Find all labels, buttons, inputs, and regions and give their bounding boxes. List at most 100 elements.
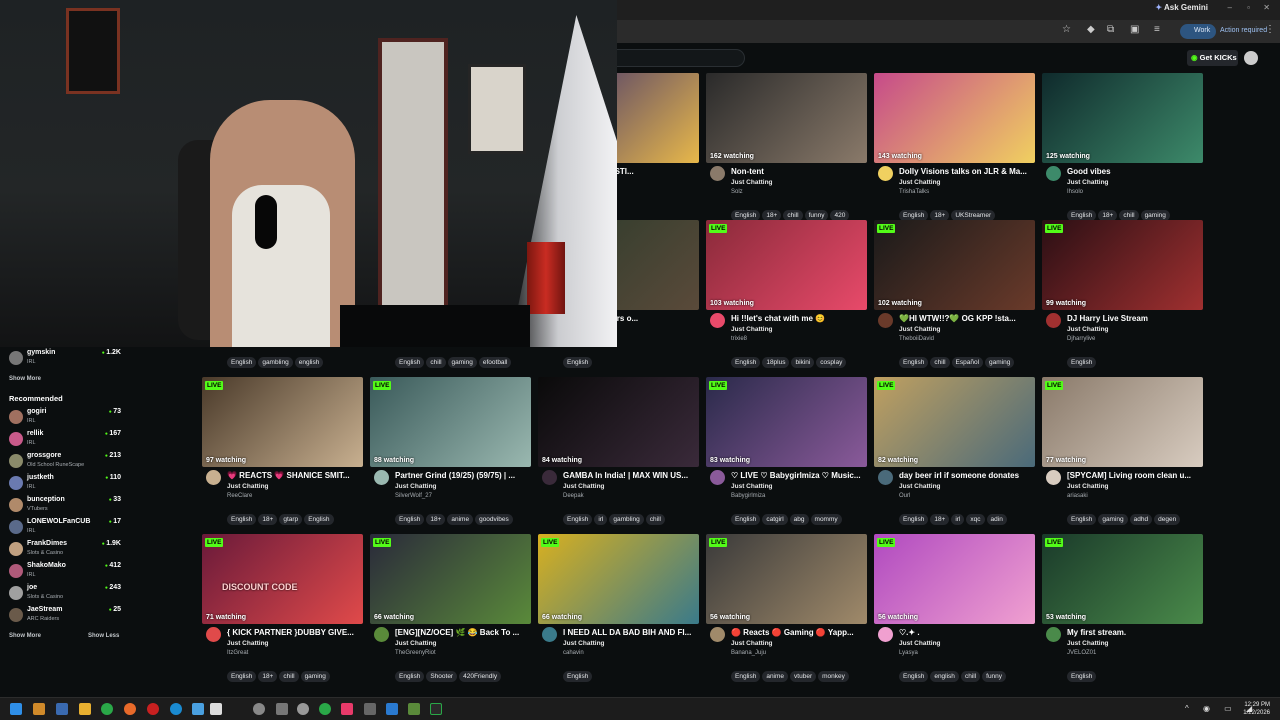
stream-category[interactable]: Just Chatting — [731, 326, 773, 333]
sidebar-item-jaestream[interactable]: JaeStream ARC Raiders 25 — [9, 606, 121, 628]
stream-category[interactable]: Just Chatting — [899, 179, 941, 186]
avatar[interactable] — [1046, 166, 1061, 181]
start-icon[interactable] — [10, 703, 22, 715]
stream-category[interactable]: Just Chatting — [899, 640, 941, 647]
stream-card[interactable]: LIVE 88 watching Partner Grind (19/25) (59… — [370, 377, 531, 527]
streamer-name[interactable]: JVELOZ01 — [1067, 650, 1096, 656]
tag-pill[interactable]: 420Friendly — [459, 671, 502, 682]
streamer-name[interactable]: ReeClare — [227, 493, 252, 499]
avatar[interactable] — [878, 166, 893, 181]
stream-thumbnail[interactable]: LIVE 56 watching — [706, 534, 867, 624]
stream-card[interactable]: LIVE 53 watching My first stream. Just Chat… — [1042, 534, 1203, 684]
stream-card[interactable]: LIVE 97 watching 💗 REACTS 💗 SHANICE SMIT..… — [202, 377, 363, 527]
terminal-icon[interactable] — [430, 703, 442, 715]
tag-pill[interactable]: mommy — [810, 514, 842, 525]
tag-pill[interactable]: irl — [951, 514, 965, 525]
stream-thumbnail[interactable]: LIVE DISCOUNT CODE 71 watching — [202, 534, 363, 624]
app-icon[interactable] — [192, 703, 204, 715]
tag-pill[interactable]: gaming — [985, 357, 1015, 368]
get-kicks-button[interactable]: ◉ Get KICKs — [1187, 50, 1238, 66]
stream-thumbnail[interactable]: 143 watching — [874, 73, 1035, 163]
stream-category[interactable]: Just Chatting — [563, 640, 605, 647]
stream-card[interactable]: LIVE 56 watching 🔴 Reacts 🔴 Gaming 🔴 Yapp.… — [706, 534, 867, 684]
tag-pill[interactable]: English — [227, 671, 257, 682]
avatar[interactable] — [710, 627, 725, 642]
stream-category[interactable]: Just Chatting — [731, 179, 773, 186]
chrome-icon[interactable] — [319, 703, 331, 715]
streamer-name[interactable]: trixie8 — [731, 336, 747, 342]
tag-pill[interactable]: English — [731, 357, 761, 368]
stream-card[interactable]: LIVE 56 watching ♡.✦ . Just Chatting Lyasya E… — [874, 534, 1035, 684]
tag-pill[interactable]: chill — [960, 671, 981, 682]
app-icon[interactable] — [297, 703, 309, 715]
tag-pill[interactable]: chill — [930, 357, 950, 368]
tag-pill[interactable]: gaming — [447, 357, 477, 368]
sidebar-item-frankdimes[interactable]: FrankDimes Slots & Casino 1.9K — [9, 540, 121, 562]
tag-pill[interactable]: English — [227, 357, 257, 368]
tag-pill[interactable]: 18+ — [258, 671, 278, 682]
show-more-button[interactable]: Show More — [9, 633, 41, 639]
stream-card[interactable]: 84 watching GAMBA In India! | MAX WIN US.… — [538, 377, 699, 527]
app-icon[interactable] — [364, 703, 376, 715]
stream-thumbnail[interactable]: LIVE 102 watching — [874, 220, 1035, 310]
stream-thumbnail[interactable]: 162 watching — [706, 73, 867, 163]
tag-pill[interactable]: anime — [762, 671, 789, 682]
tag-pill[interactable]: gaming — [1098, 514, 1128, 525]
tag-pill[interactable]: gambling — [609, 514, 644, 525]
stream-card[interactable]: LIVE 102 watching 💚HI WTW!!?💚 OG KPP !sta.… — [874, 220, 1035, 370]
app-icon[interactable] — [386, 703, 398, 715]
sidebar-channel-top[interactable]: gymskin IRL 1.2K — [9, 349, 121, 371]
stream-category[interactable]: Just Chatting — [1067, 640, 1109, 647]
tag-pill[interactable]: cosplay — [816, 357, 847, 368]
settings-icon[interactable] — [276, 703, 288, 715]
stream-thumbnail[interactable]: LIVE 66 watching — [370, 534, 531, 624]
stream-category[interactable]: Just Chatting — [899, 326, 941, 333]
show-less-button[interactable]: Show Less — [88, 633, 119, 639]
extension-icon[interactable]: ◆ — [1087, 24, 1095, 35]
avatar[interactable] — [374, 627, 389, 642]
stream-thumbnail[interactable]: LIVE 83 watching — [706, 377, 867, 467]
avatar[interactable] — [1046, 313, 1061, 328]
streamer-name[interactable]: TheboiiDavid — [899, 336, 934, 342]
tag-pill[interactable]: funny — [982, 671, 1007, 682]
tag-pill[interactable]: catgirl — [762, 514, 788, 525]
app-icon[interactable] — [210, 703, 222, 715]
tag-pill[interactable]: irl — [594, 514, 608, 525]
stream-category[interactable]: Just Chatting — [1067, 483, 1109, 490]
tag-pill[interactable]: adhd — [1129, 514, 1153, 525]
streamer-name[interactable]: Ourl — [899, 493, 910, 499]
tag-pill[interactable]: 18plus — [762, 357, 790, 368]
tag-pill[interactable]: English — [395, 357, 425, 368]
tag-pill[interactable]: English — [227, 514, 257, 525]
firefox-icon[interactable] — [124, 703, 136, 715]
avatar[interactable] — [206, 470, 221, 485]
stream-card[interactable]: 125 watching Good vibes Just Chatting Ihsol… — [1042, 73, 1203, 223]
tag-pill[interactable]: English — [899, 357, 929, 368]
stream-category[interactable]: Just Chatting — [395, 640, 437, 647]
ask-gemini-button[interactable]: Ask Gemini — [1155, 3, 1208, 12]
user-avatar[interactable] — [1244, 51, 1258, 65]
tag-pill[interactable]: Shooter — [426, 671, 458, 682]
streamer-name[interactable]: ItzGreat — [227, 650, 248, 656]
stream-card[interactable]: LIVE DISCOUNT CODE 71 watching { KICK PARTN… — [202, 534, 363, 684]
folder-icon[interactable] — [79, 703, 91, 715]
chrome-icon[interactable] — [101, 703, 113, 715]
stream-thumbnail[interactable]: LIVE 77 watching — [1042, 377, 1203, 467]
stream-thumbnail[interactable]: LIVE 66 watching — [538, 534, 699, 624]
streamer-name[interactable]: Ihsolo — [1067, 189, 1083, 195]
stream-category[interactable]: Just Chatting — [899, 483, 941, 490]
sidebar-icon[interactable]: ▣ — [1130, 24, 1139, 35]
streamer-name[interactable]: Babygirlmiza — [731, 493, 765, 499]
avatar[interactable] — [878, 627, 893, 642]
tag-pill[interactable]: goodvibes — [475, 514, 513, 525]
tag-pill[interactable]: English — [1067, 514, 1097, 525]
avatar[interactable] — [878, 313, 893, 328]
puzzle-icon[interactable]: ⧉ — [1107, 24, 1114, 35]
app-icon[interactable] — [341, 703, 353, 715]
stream-category[interactable]: Just Chatting — [563, 483, 605, 490]
tag-pill[interactable]: english — [294, 357, 324, 368]
streamer-name[interactable]: Solz — [731, 189, 743, 195]
tag-pill[interactable]: chill — [279, 671, 299, 682]
tag-pill[interactable]: English — [731, 671, 761, 682]
streamer-name[interactable]: Djharrylive — [1067, 336, 1095, 342]
